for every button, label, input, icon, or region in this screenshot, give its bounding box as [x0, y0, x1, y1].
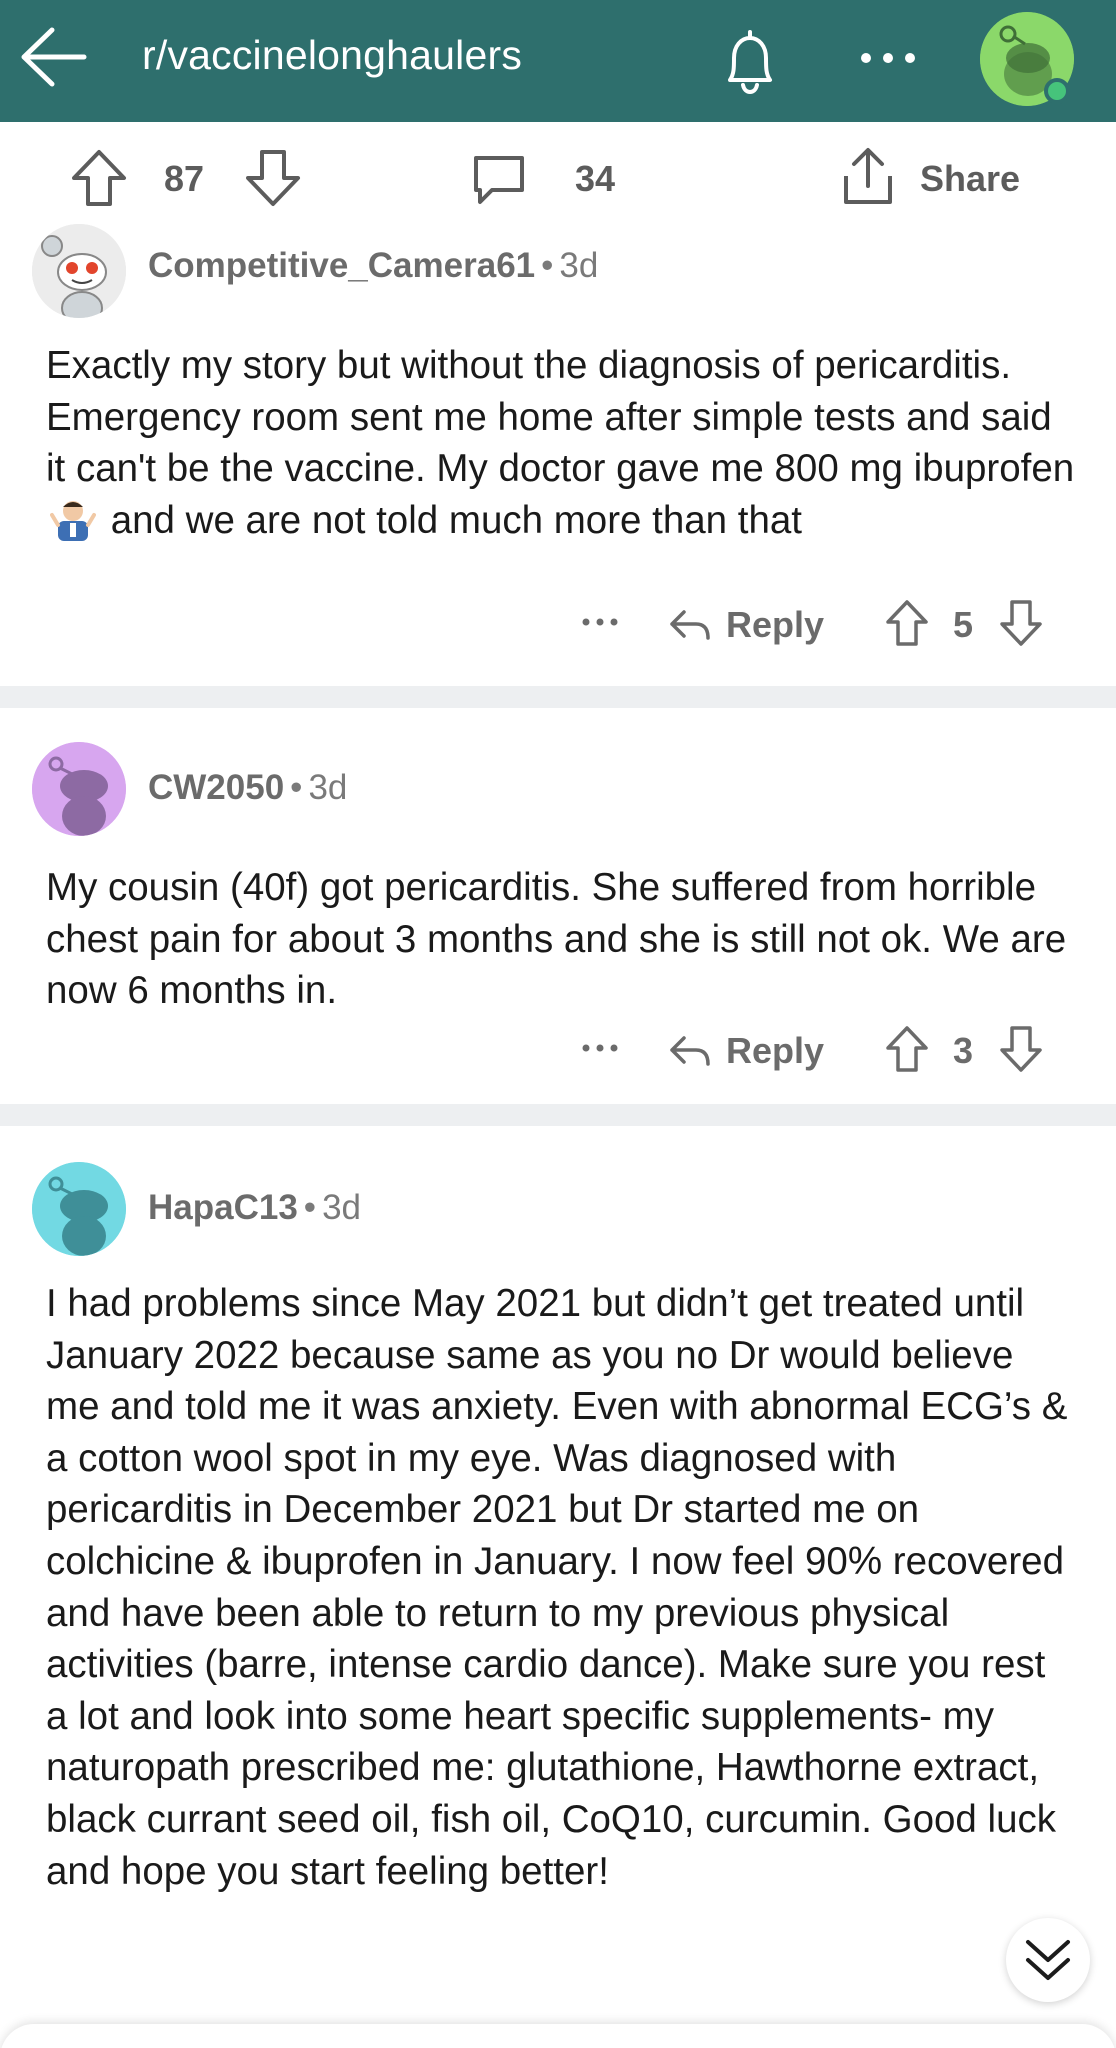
- next-comment-button[interactable]: [1006, 1918, 1090, 2002]
- separator-dot: •: [290, 768, 303, 807]
- avatar[interactable]: [32, 224, 126, 318]
- comment: HapaC13 • 3d I had problems since May 2021…: [0, 1126, 1116, 2048]
- man-shrugging-emoji-icon: [50, 500, 96, 541]
- separator-dot: •: [541, 246, 554, 285]
- downvote-icon[interactable]: [244, 148, 302, 208]
- more-options-icon[interactable]: [856, 46, 920, 70]
- comment-divider: [0, 686, 1116, 708]
- comment-actions: Reply 3: [0, 1026, 1116, 1090]
- comment: CW2050 • 3d My cousin (40f) got pericardit…: [0, 708, 1116, 1104]
- comment-author[interactable]: Competitive_Camera61 • 3d: [148, 246, 598, 286]
- post-score: 87: [164, 158, 205, 199]
- bell-icon[interactable]: [712, 24, 788, 100]
- top-app-bar: r/vaccinelonghaulers: [0, 0, 1116, 122]
- back-arrow-icon[interactable]: [18, 20, 92, 94]
- comment-body: My cousin (40f) got pericarditis. She su…: [46, 866, 1067, 1013]
- comment-text: Exactly my story but without the diagnos…: [46, 344, 1075, 491]
- reply-button[interactable]: Reply: [726, 604, 824, 646]
- more-options-icon[interactable]: [580, 1038, 620, 1058]
- comment-count: 34: [575, 158, 616, 199]
- snoo-avatar-icon: [32, 742, 126, 836]
- comment-age: 3d: [559, 246, 599, 285]
- comment-score: 5: [953, 604, 974, 645]
- avatar[interactable]: [32, 742, 126, 836]
- comment-icon[interactable]: [470, 150, 528, 208]
- comment: Competitive_Camera61 • 3d Exactly my story…: [0, 224, 1116, 684]
- username[interactable]: Competitive_Camera61: [148, 246, 535, 285]
- comment-body: Exactly my story but without the diagnos…: [46, 340, 1076, 546]
- subreddit-title[interactable]: r/vaccinelonghaulers: [142, 32, 522, 79]
- comment-body: I had problems since May 2021 but didn’t…: [46, 1282, 1068, 1893]
- comment-actions: Reply 5: [0, 600, 1116, 664]
- snoo-avatar-icon: [32, 1162, 126, 1256]
- comment-author[interactable]: CW2050 • 3d: [148, 768, 347, 808]
- comment-score: 3: [953, 1030, 974, 1071]
- share-button[interactable]: Share: [920, 158, 1020, 200]
- username[interactable]: CW2050: [148, 768, 284, 807]
- reply-icon[interactable]: [668, 604, 712, 648]
- comment-author[interactable]: HapaC13 • 3d: [148, 1188, 361, 1228]
- username[interactable]: HapaC13: [148, 1188, 298, 1227]
- downvote-icon[interactable]: [998, 598, 1044, 648]
- reply-button[interactable]: Reply: [726, 1030, 824, 1072]
- comment-divider: [0, 1104, 1116, 1126]
- comment-age: 3d: [322, 1188, 361, 1227]
- reply-icon[interactable]: [668, 1030, 712, 1074]
- comment-text: and we are not told much more than that: [110, 498, 802, 542]
- upvote-icon[interactable]: [70, 148, 128, 208]
- avatar[interactable]: [32, 1162, 126, 1256]
- post-action-bar: 87 34 Share: [0, 122, 1116, 234]
- share-icon[interactable]: [838, 146, 898, 208]
- online-status-dot: [1044, 78, 1070, 104]
- downvote-icon[interactable]: [998, 1024, 1044, 1074]
- comment-age: 3d: [308, 768, 348, 807]
- upvote-icon[interactable]: [884, 598, 930, 648]
- double-chevron-down-icon: [1026, 1940, 1070, 1980]
- more-options-icon[interactable]: [580, 612, 620, 632]
- bottom-sheet: [0, 2024, 1116, 2048]
- upvote-icon[interactable]: [884, 1024, 930, 1074]
- separator-dot: •: [303, 1188, 317, 1227]
- snoo-avatar-icon: [32, 224, 126, 318]
